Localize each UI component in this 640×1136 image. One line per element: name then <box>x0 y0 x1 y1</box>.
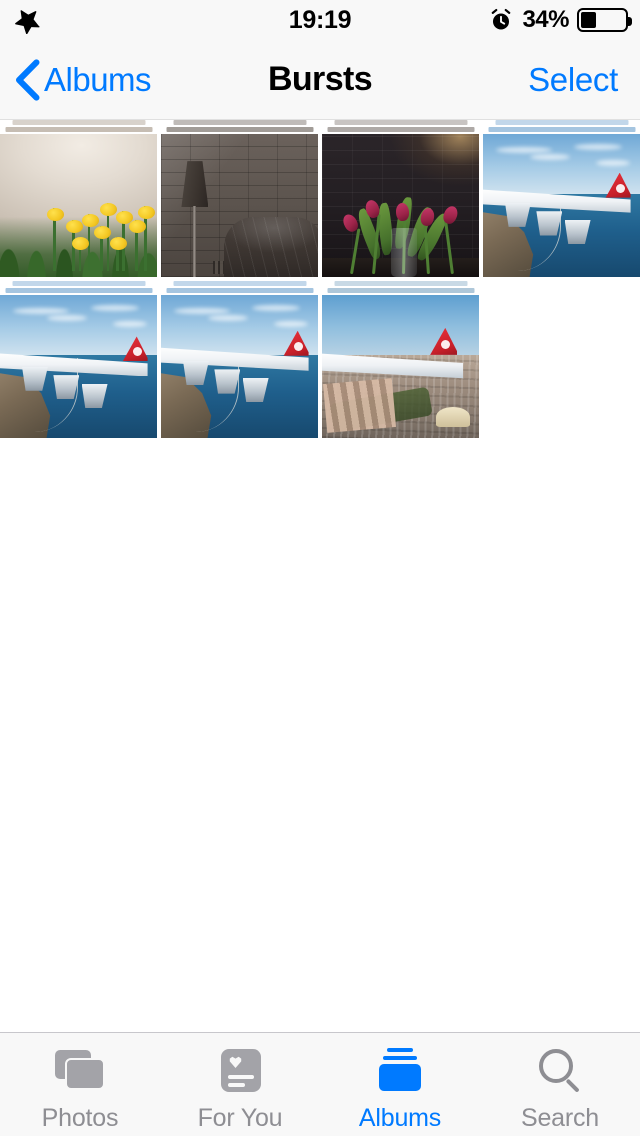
battery-nub <box>628 17 632 26</box>
photos-icon <box>52 1045 108 1095</box>
burst-thumbnail[interactable] <box>161 295 318 438</box>
photos-app-screen: 19:19 34% Albums Bursts Select Photos Fo… <box>0 0 640 1136</box>
search-icon <box>532 1045 588 1095</box>
status-bar: 19:19 34% <box>0 0 640 40</box>
tab-bar: Photos For You Albums Search <box>0 1032 640 1136</box>
burst-tulips[interactable] <box>322 120 479 277</box>
burst-stack-layer-back <box>12 120 145 125</box>
for-you-icon <box>212 1045 268 1095</box>
tab-label: Albums <box>358 1104 442 1132</box>
glass-vase <box>391 228 418 277</box>
burst-thumbnail[interactable] <box>483 134 640 277</box>
photo-content <box>322 295 479 438</box>
burst-stack-layer-mid <box>327 127 474 132</box>
burst-stack-layer-back <box>334 120 467 125</box>
burst-thumbnail[interactable] <box>322 295 479 438</box>
burst-stack-layer-mid <box>166 127 313 132</box>
photo-content <box>161 295 318 438</box>
daffodil-bloom <box>100 202 118 216</box>
burst-stack-layer-mid <box>166 288 313 293</box>
photo-content <box>0 295 157 438</box>
daffodil-bloom <box>128 219 146 233</box>
burst-thumbnail[interactable] <box>0 295 157 438</box>
status-bar-right: 34% <box>488 0 632 40</box>
photo-content <box>0 134 157 277</box>
tab-search[interactable]: Search <box>480 1045 640 1133</box>
burst-wing-sea-2[interactable] <box>0 281 157 438</box>
burst-stack-layer-mid <box>5 288 152 293</box>
cloud <box>252 305 301 311</box>
burst-photo-grid <box>0 120 640 438</box>
burst-daffodils[interactable] <box>0 120 157 277</box>
burst-stack-layer-back <box>334 281 467 286</box>
cloud <box>530 154 571 161</box>
tab-albums[interactable]: Albums <box>320 1045 480 1133</box>
battery-icon <box>577 8 632 32</box>
navigation-bar: Albums Bursts Select <box>0 40 640 120</box>
cloud <box>274 320 309 327</box>
burst-thumbnail[interactable] <box>0 134 157 277</box>
cloud <box>47 315 88 322</box>
daffodil-bloom <box>81 214 99 228</box>
burst-wing-city[interactable] <box>322 281 479 438</box>
photo-content <box>322 134 479 277</box>
burst-wing-sea-3[interactable] <box>161 281 318 438</box>
cloud <box>91 305 140 311</box>
battery-percentage: 34% <box>522 6 569 33</box>
cloud <box>113 320 148 327</box>
burst-wing-sea-1[interactable] <box>483 120 640 277</box>
burst-stack-layer-back <box>173 281 306 286</box>
cloud <box>495 146 552 153</box>
burst-grid-scroll-area[interactable] <box>0 120 640 1032</box>
daffodil-bloom <box>138 205 156 219</box>
burst-stack-layer-mid <box>5 127 152 132</box>
daffodil-bloom <box>94 225 112 239</box>
cloud <box>173 307 230 314</box>
burst-stack-layer-mid <box>488 127 635 132</box>
dome-building <box>435 406 470 427</box>
cloud <box>596 159 631 166</box>
tab-photos[interactable]: Photos <box>0 1045 160 1133</box>
photo-content <box>483 134 640 277</box>
daffodil-bloom <box>65 219 83 233</box>
apartment-blocks <box>323 377 397 433</box>
tab-label: For You <box>197 1104 283 1132</box>
burst-stack-layer-back <box>173 120 306 125</box>
burst-stack-layer-mid <box>327 288 474 293</box>
lamp-pole <box>193 205 197 277</box>
cloud <box>574 144 623 150</box>
burst-stack-layer-back <box>495 120 628 125</box>
tab-label: Search <box>520 1104 599 1132</box>
tab-for-you[interactable]: For You <box>160 1045 320 1133</box>
alarm-clock-icon <box>492 8 511 30</box>
burst-thumbnail[interactable] <box>161 134 318 277</box>
burst-stack-layer-back <box>12 281 145 286</box>
tab-label: Photos <box>41 1104 119 1132</box>
select-button[interactable]: Select <box>528 61 618 99</box>
burst-lamp-chair[interactable] <box>161 120 318 277</box>
cloud <box>208 315 249 322</box>
albums-icon <box>372 1045 428 1095</box>
photo-content <box>161 134 318 277</box>
burst-thumbnail[interactable] <box>322 134 479 277</box>
cloud <box>12 307 69 314</box>
leather-chair <box>223 216 318 277</box>
daffodil-bloom <box>109 236 127 250</box>
battery-fill <box>581 12 596 28</box>
